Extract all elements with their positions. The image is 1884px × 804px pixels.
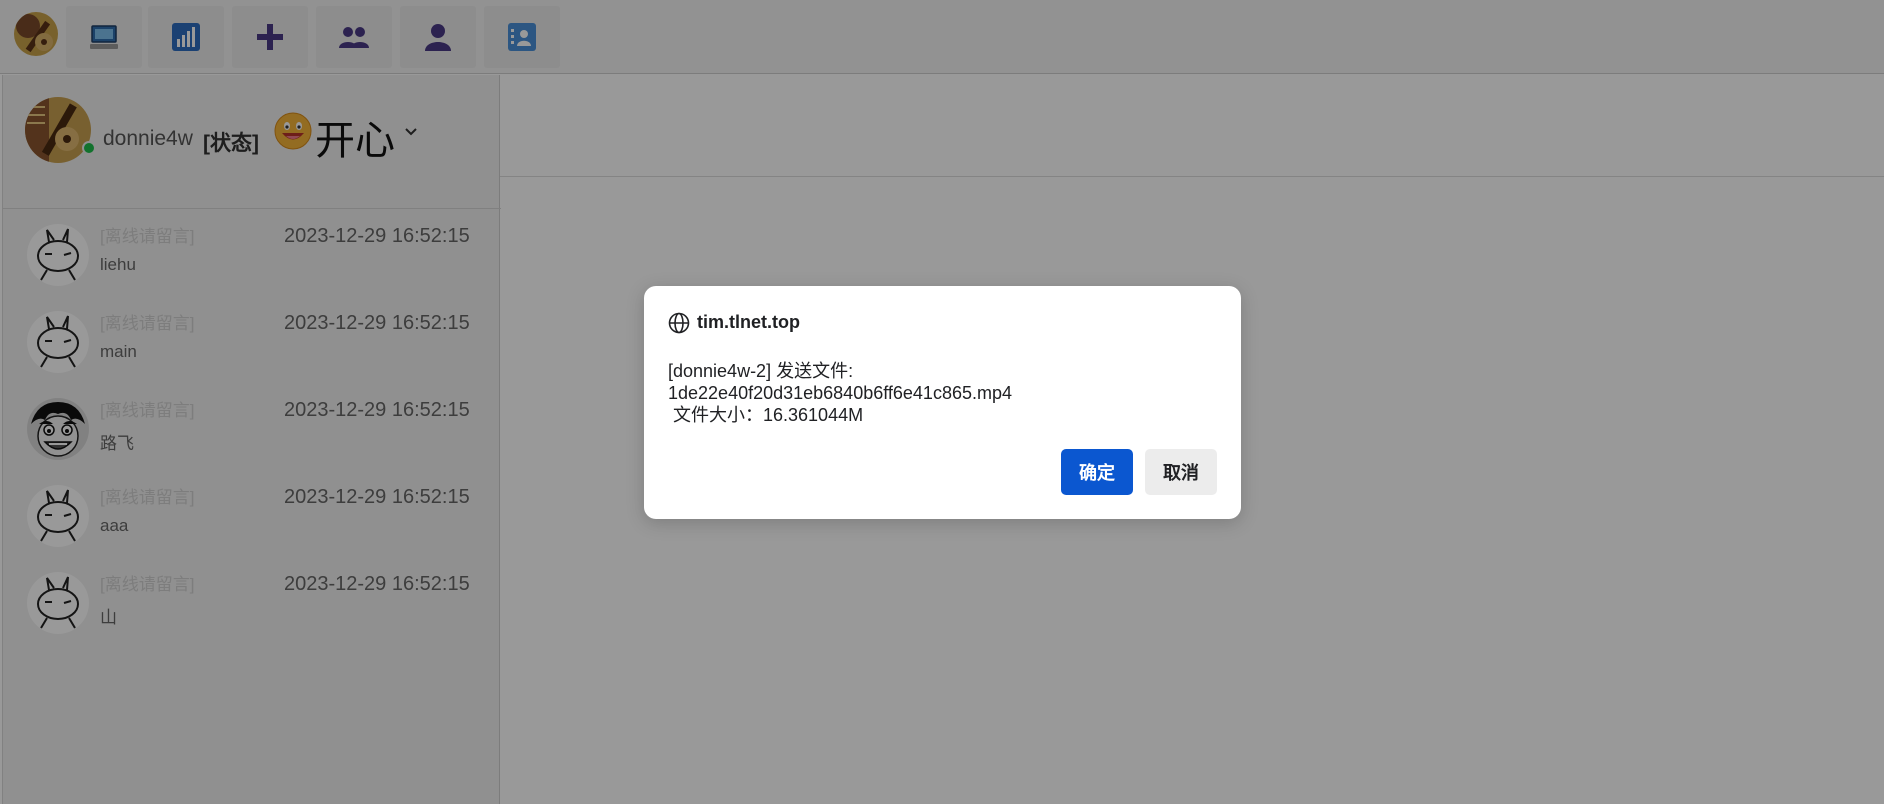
message-line: [donnie4w-2] 发送文件:	[668, 361, 854, 381]
cancel-button[interactable]: 取消	[1145, 449, 1217, 495]
confirm-dialog: tim.tlnet.top [donnie4w-2] 发送文件: 1de22e4…	[644, 286, 1241, 519]
ok-button[interactable]: 确定	[1061, 449, 1133, 495]
message-line: 1de22e40f20d31eb6840b6ff6e41c865.mp4	[668, 383, 1012, 403]
dialog-origin: tim.tlnet.top	[697, 312, 800, 332]
dialog-message: [donnie4w-2] 发送文件: 1de22e40f20d31eb6840b…	[668, 360, 1012, 426]
message-line: 文件大小：16.361044M	[668, 405, 864, 425]
globe-icon	[668, 312, 690, 334]
